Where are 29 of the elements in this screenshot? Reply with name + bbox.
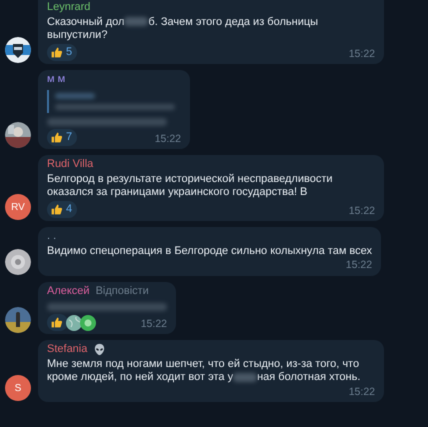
author-name[interactable]: . . <box>47 230 56 244</box>
reaction-button[interactable] <box>47 314 68 331</box>
reaction-button[interactable]: 4 <box>47 200 78 218</box>
message-text: Мне земля под ногами шепчет, что ей стыдно, из-за того, что кроме людей, по ней ходит вот эта у ная болотная хтонь. <box>47 358 362 384</box>
avatar[interactable]: RV <box>5 194 31 220</box>
message-time: 15:22 <box>154 132 181 146</box>
thumbs-up-icon <box>50 130 63 144</box>
reaction-button[interactable]: 7 <box>47 128 78 146</box>
author-name[interactable]: Leynrard <box>47 1 90 14</box>
message-time: 15:22 <box>346 259 372 272</box>
author-name[interactable]: м м <box>47 73 66 86</box>
alien-icon <box>93 343 106 356</box>
thumbs-up-icon <box>50 46 63 59</box>
avatar[interactable]: S <box>5 375 31 401</box>
message-time: 15:22 <box>348 386 375 399</box>
author-name[interactable]: Rudi Villa <box>47 158 94 172</box>
message-text: Видимо спецоперация в Белгороде сильно колыхнула там всех <box>47 244 372 258</box>
message-text: Белгород в результате исторической несправедливости оказался за границами украинского государства! В <box>47 172 334 200</box>
thumbs-up-icon <box>50 316 63 329</box>
reaction-button[interactable]: 5 <box>47 44 78 61</box>
message-time: 15:22 <box>348 48 375 61</box>
thumbs-up-icon <box>50 202 63 216</box>
globe-icon[interactable] <box>66 314 82 330</box>
author-name[interactable]: Stefania <box>47 343 88 356</box>
message-time: 15:22 <box>348 204 375 218</box>
message-time: 15:22 <box>140 318 167 331</box>
reply-link[interactable]: Відповісти <box>96 284 149 298</box>
author-name[interactable]: Алексей <box>47 284 90 298</box>
message-text: Сказочный дол б. Зачем этого деда из больницы выпустили? <box>47 16 320 42</box>
